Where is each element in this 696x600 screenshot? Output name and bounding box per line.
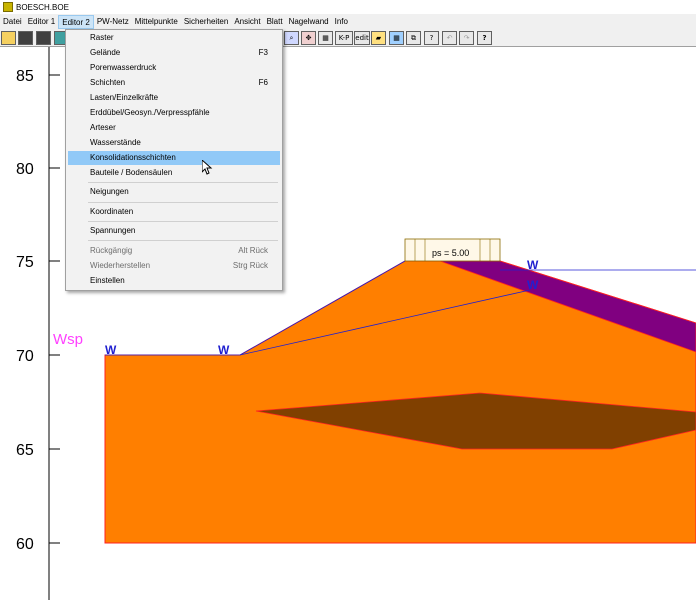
app-icon — [3, 2, 13, 12]
menu-item-neigungen[interactable]: Neigungen — [68, 185, 280, 199]
open-folder-icon[interactable] — [1, 31, 16, 45]
water-marker: W — [218, 343, 230, 357]
mouse-cursor-icon — [202, 160, 213, 175]
menu-separator — [88, 221, 278, 222]
y-tick-label: 65 — [16, 442, 34, 459]
kp-button[interactable]: K-P — [335, 31, 353, 45]
menu-item-lasten[interactable]: Lasten/Einzelkräfte — [68, 91, 280, 105]
menu-item-schichten[interactable]: Schichten F6 — [68, 76, 280, 90]
menu-item-wasserstaende[interactable]: Wasserstände — [68, 136, 280, 150]
y-tick-label: 60 — [16, 536, 34, 553]
menu-item-einstellen[interactable]: Einstellen — [68, 274, 280, 288]
menu-blatt[interactable]: Blatt — [264, 15, 286, 29]
menu-item-raster[interactable]: Raster — [68, 31, 280, 45]
menu-item-porenwasserdruck[interactable]: Porenwasserdruck — [68, 61, 280, 75]
water-level-label: Wsp — [53, 331, 83, 348]
layer-icon[interactable]: ▰ — [371, 31, 386, 45]
water-marker: W — [527, 258, 539, 272]
help-button[interactable]: ? — [477, 31, 492, 45]
undo-icon[interactable]: ↶ — [442, 31, 457, 45]
menu-separator — [88, 202, 278, 203]
y-tick-label: 75 — [16, 254, 34, 271]
menu-mittelpunkte[interactable]: Mittelpunkte — [132, 15, 181, 29]
title-bar: BOESCH.BOE — [0, 0, 696, 14]
window-icon[interactable]: ⧉ — [406, 31, 421, 45]
pan-icon[interactable]: ✥ — [301, 31, 316, 45]
editor-2-dropdown-menu: Raster Gelände F3 Porenwasserdruck Schich… — [65, 29, 283, 291]
save-as-icon[interactable] — [36, 31, 51, 45]
menu-item-gelaende[interactable]: Gelände F3 — [68, 46, 280, 60]
table-icon[interactable]: ▦ — [389, 31, 404, 45]
menu-pw-netz[interactable]: PW-Netz — [94, 15, 132, 29]
menu-bar: Datei Editor 1 Editor 2 PW-Netz Mittelpu… — [0, 14, 696, 29]
menu-item-konsolidationsschichten[interactable]: Konsolidationsschichten — [68, 151, 280, 165]
menu-item-wiederherstellen: Wiederherstellen Strg Rück — [90, 261, 268, 270]
y-tick-label: 80 — [16, 161, 34, 178]
menu-item-arteser[interactable]: Arteser — [68, 121, 280, 135]
y-tick-label: 70 — [16, 348, 34, 365]
menu-item-koordinaten[interactable]: Koordinaten — [68, 205, 280, 219]
window-title: BOESCH.BOE — [16, 2, 69, 12]
redo-icon[interactable]: ↷ — [459, 31, 474, 45]
help-context-button[interactable]: ? — [424, 31, 439, 45]
save-icon[interactable] — [18, 31, 33, 45]
menu-info[interactable]: Info — [332, 15, 351, 29]
menu-item-bauteile[interactable]: Bauteile / Bodensäulen — [68, 166, 280, 180]
menu-separator — [88, 182, 278, 183]
menu-separator — [88, 240, 278, 241]
menu-nagelwand[interactable]: Nagelwand — [286, 15, 332, 29]
menu-item-erdduebel[interactable]: Erddübel/Geosyn./Verpresspfähle — [68, 106, 280, 120]
water-marker: W — [105, 343, 117, 357]
menu-editor-2[interactable]: Editor 2 — [58, 14, 94, 29]
zoom-icon[interactable]: ⌕ — [284, 31, 299, 45]
menu-editor-1[interactable]: Editor 1 — [25, 15, 59, 29]
menu-item-rueckgaengig: Rückgängig Alt Rück — [90, 246, 268, 255]
water-marker: W — [527, 278, 539, 292]
menu-ansicht[interactable]: Ansicht — [231, 15, 263, 29]
menu-item-spannungen[interactable]: Spannungen — [68, 224, 280, 238]
menu-sicherheiten[interactable]: Sicherheiten — [181, 15, 231, 29]
load-label: ps = 5.00 — [432, 248, 469, 258]
y-tick-label: 85 — [16, 68, 34, 85]
grid-icon[interactable]: ▦ — [318, 31, 333, 45]
menu-datei[interactable]: Datei — [0, 15, 25, 29]
edit-button[interactable]: edit — [354, 31, 370, 45]
